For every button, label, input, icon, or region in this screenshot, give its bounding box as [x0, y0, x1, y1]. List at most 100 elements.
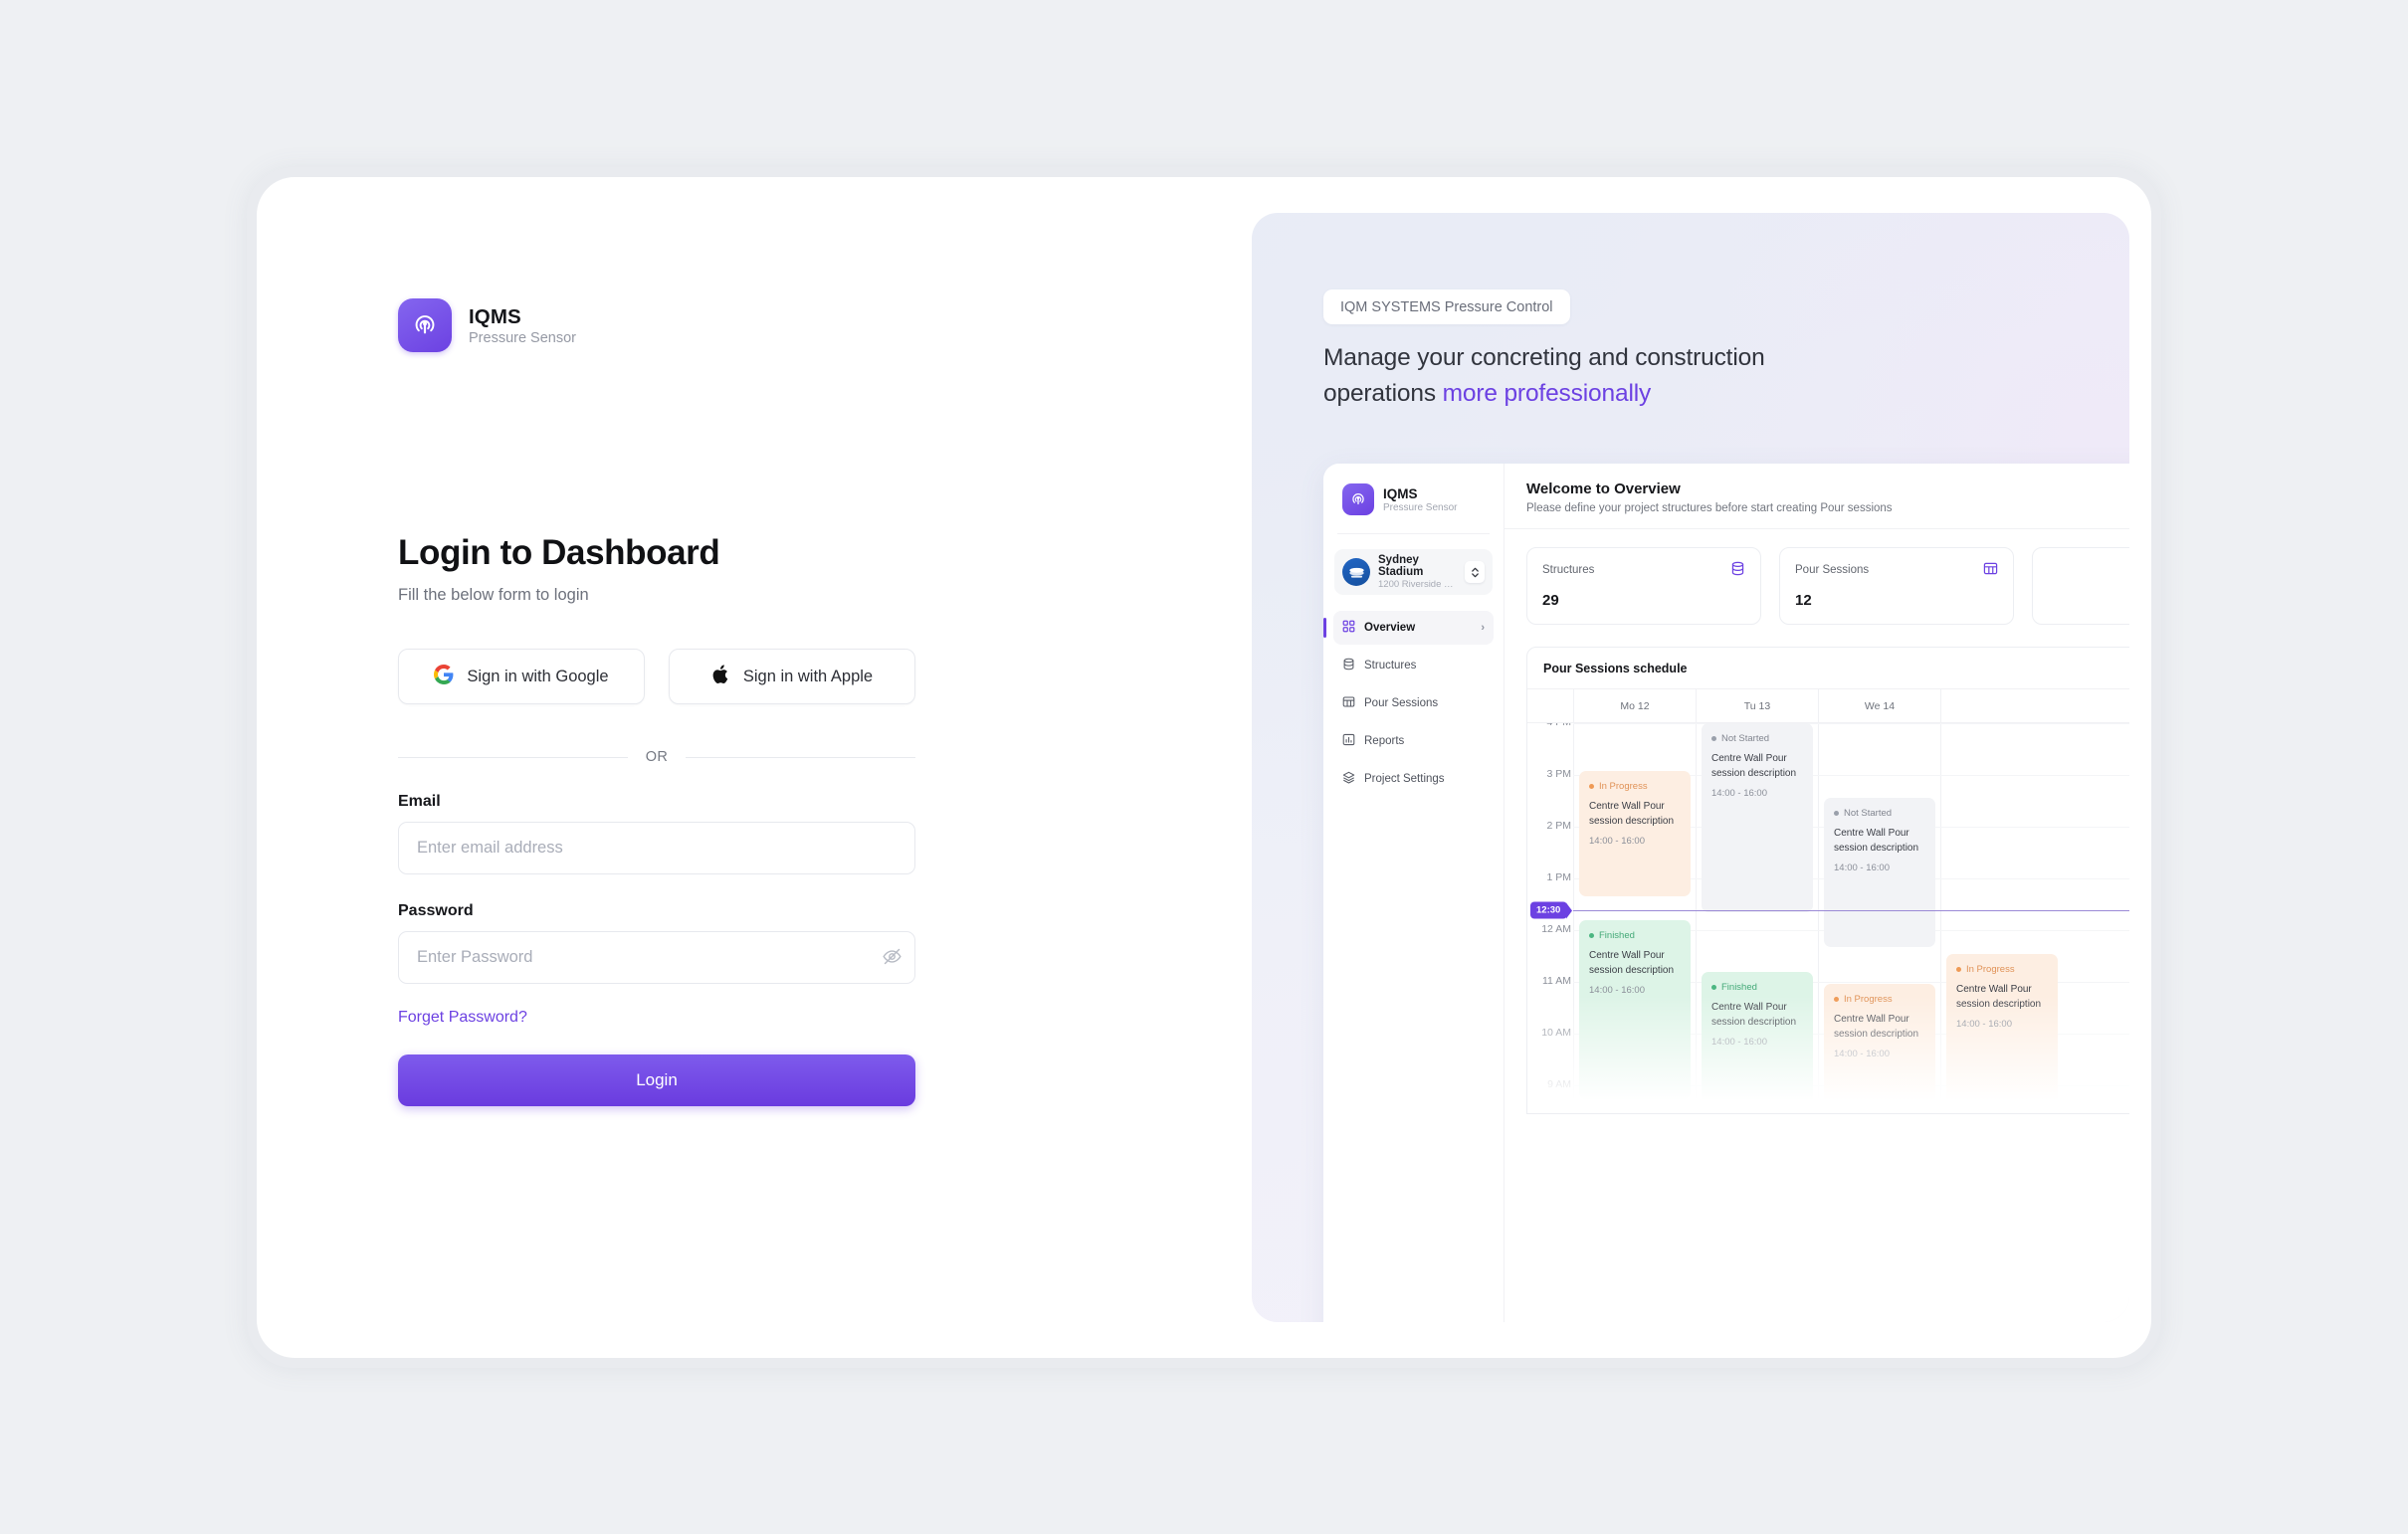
chevron-right-icon: › — [1481, 622, 1485, 634]
table-icon — [1342, 695, 1355, 711]
app-window: IQMS Pressure Sensor Login to Dashboard … — [257, 177, 2151, 1358]
stat-value: 29 — [1542, 592, 1559, 609]
dashboard-brand: IQMS Pressure Sensor — [1323, 464, 1504, 515]
sign-in-with-google-button[interactable]: Sign in with Google — [398, 649, 645, 705]
stat-card-structures[interactable]: Structures 29 — [1526, 547, 1761, 625]
pour-sessions-schedule: Pour Sessions schedule Mo 12 Tu 13 We 14 — [1526, 647, 2129, 1114]
divider-label: OR — [645, 749, 669, 766]
screen: IQMS Pressure Sensor Login to Dashboard … — [0, 0, 2408, 1534]
pressure-sensor-icon — [1342, 483, 1374, 515]
sidebar-item-label: Structures — [1364, 660, 1417, 671]
password-input[interactable] — [399, 932, 869, 984]
sign-in-with-apple-label: Sign in with Apple — [742, 667, 874, 685]
event-status: Finished — [1721, 982, 1757, 993]
schedule-event[interactable]: Not Started Centre Wall Pour session des… — [1702, 723, 1813, 912]
layers-icon — [1342, 771, 1355, 787]
schedule-grid: Mo 12 Tu 13 We 14 3 PM 2 PM 1 PM 12 AM 1… — [1527, 688, 2129, 1113]
chevron-up-down-icon[interactable] — [1465, 561, 1485, 583]
email-input[interactable] — [399, 823, 914, 874]
login-button[interactable]: Login — [398, 1055, 915, 1107]
pressure-sensor-icon — [398, 298, 452, 352]
event-description: Centre Wall Pour session description — [1711, 753, 1797, 779]
page-title: Login to Dashboard — [398, 533, 720, 572]
promo-headline: Manage your concreting and construction … — [1323, 340, 1841, 411]
sidebar-item-structures[interactable]: Structures — [1333, 649, 1494, 682]
hour-label: 10 AM — [1541, 1027, 1571, 1039]
schedule-title: Pour Sessions schedule — [1543, 662, 1688, 675]
email-label: Email — [398, 793, 441, 811]
sidebar-item-label: Reports — [1364, 735, 1405, 747]
sign-in-with-apple-button[interactable]: Sign in with Apple — [669, 649, 915, 705]
promo-pill: IQM SYSTEMS Pressure Control — [1323, 289, 1570, 324]
sidebar-item-pour-sessions[interactable]: Pour Sessions — [1333, 686, 1494, 720]
schedule-event[interactable]: In Progress Centre Wall Pour session des… — [1579, 771, 1691, 896]
hour-label: 9 AM — [1547, 1078, 1571, 1090]
login-form: Login to Dashboard Fill the below form t… — [398, 533, 915, 1107]
event-status: In Progress — [1844, 994, 1893, 1005]
event-time: 14:00 - 16:00 — [1834, 862, 1890, 873]
hour-label: 1 PM — [1546, 871, 1571, 883]
current-time-badge: 12:30 — [1530, 901, 1568, 919]
password-label: Password — [398, 902, 474, 920]
project-switcher[interactable]: Sydney Stadium 1200 Riverside Blvd,... — [1334, 549, 1493, 595]
project-name: Sydney Stadium — [1378, 554, 1424, 578]
event-time: 14:00 - 16:00 — [1589, 835, 1645, 847]
stat-card-truncated[interactable] — [2032, 547, 2129, 625]
schedule-event[interactable]: Finished Centre Wall Pour session descri… — [1579, 920, 1691, 1099]
day-column-header-partial — [1940, 689, 2063, 722]
dashboard-sidebar: IQMS Pressure Sensor Sydney Stadium 1200… — [1323, 464, 1505, 1322]
current-time-line — [1573, 910, 2129, 911]
dashboard-subtitle: Please define your project structures be… — [1526, 502, 1893, 514]
stadium-avatar — [1342, 558, 1370, 586]
schedule-day-header: Mo 12 Tu 13 We 14 — [1527, 689, 2129, 723]
event-time: 14:00 - 16:00 — [1711, 1036, 1767, 1048]
stat-card-pour-sessions[interactable]: Pour Sessions 12 — [1779, 547, 2014, 625]
dashboard-title: Welcome to Overview — [1526, 480, 1681, 497]
sidebar-item-label: Overview — [1364, 622, 1416, 634]
sidebar-item-project-settings[interactable]: Project Settings — [1333, 762, 1494, 796]
event-description: Centre Wall Pour session description — [1589, 950, 1675, 976]
hour-label: 2 PM — [1546, 820, 1571, 832]
forgot-password-link[interactable]: Forget Password? — [398, 1009, 527, 1027]
promo-headline-highlight: more professionally — [1442, 379, 1652, 407]
schedule-event[interactable]: In Progress Centre Wall Pour session des… — [1946, 954, 2058, 1113]
schedule-event[interactable]: Not Started Centre Wall Pour session des… — [1824, 798, 1935, 947]
event-description: Centre Wall Pour session description — [1956, 984, 2042, 1010]
event-description: Centre Wall Pour session description — [1711, 1002, 1797, 1028]
active-indicator — [1323, 618, 1326, 638]
grid-icon — [1342, 620, 1355, 636]
event-time: 14:00 - 16:00 — [1956, 1018, 2012, 1030]
oauth-row: Sign in with Google Sign in with Apple — [398, 649, 915, 705]
eye-off-icon — [882, 946, 903, 970]
stat-cards: Structures 29 Pour Sessions 12 — [1505, 529, 2129, 647]
promo-headline-line1: Manage your concreting and construction — [1323, 344, 1765, 371]
event-description: Centre Wall Pour session description — [1834, 828, 1919, 854]
day-column-header: We 14 — [1818, 689, 1940, 722]
brand-subtitle: Pressure Sensor — [469, 329, 576, 346]
toggle-password-visibility-button[interactable] — [869, 932, 914, 983]
sidebar-item-label: Project Settings — [1364, 773, 1445, 785]
dashboard-preview: IQMS Pressure Sensor Sydney Stadium 1200… — [1323, 464, 2129, 1322]
email-field-group: Email — [398, 793, 915, 875]
divider-line-right — [686, 756, 915, 758]
stat-label: Pour Sessions — [1795, 564, 1870, 576]
sidebar-item-reports[interactable]: Reports — [1333, 724, 1494, 758]
event-status: Finished — [1599, 930, 1635, 941]
email-input-wrap[interactable] — [398, 822, 915, 875]
sidebar-item-overview[interactable]: Overview › — [1323, 611, 1494, 645]
event-status: In Progress — [1966, 964, 2015, 975]
event-description: Centre Wall Pour session description — [1589, 801, 1675, 827]
schedule-event[interactable]: Finished Centre Wall Pour session descri… — [1702, 972, 1813, 1113]
dashboard-nav: Overview › Structures Pour Sessions Repo… — [1323, 611, 1504, 796]
google-icon — [434, 664, 454, 689]
event-status: Not Started — [1721, 733, 1770, 744]
apple-icon — [711, 664, 730, 690]
or-divider: OR — [398, 749, 915, 765]
brand-name: IQMS — [469, 304, 521, 328]
sidebar-divider — [1337, 533, 1490, 534]
password-field-group: Password — [398, 902, 915, 985]
schedule-event[interactable]: In Progress Centre Wall Pour session des… — [1824, 984, 1935, 1113]
dashboard-brand-subtitle: Pressure Sensor — [1383, 501, 1458, 513]
sign-in-with-google-label: Sign in with Google — [467, 667, 609, 685]
password-input-wrap[interactable] — [398, 931, 915, 985]
